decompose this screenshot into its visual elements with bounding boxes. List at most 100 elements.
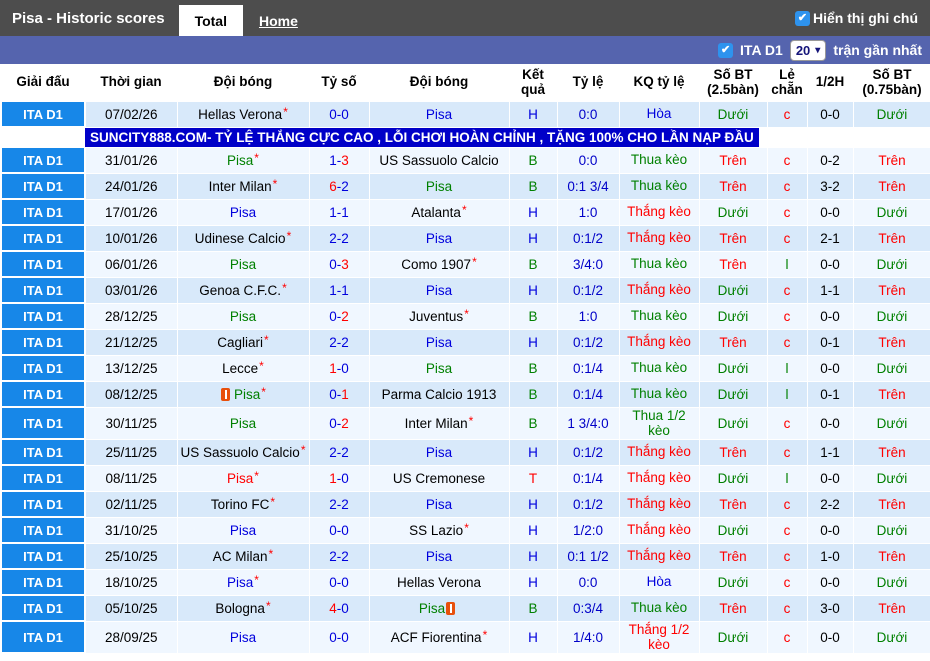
- away-team-name[interactable]: Pisa: [419, 601, 445, 616]
- ou25-cell: Dưới: [698, 100, 768, 128]
- away-team-name[interactable]: Pisa: [426, 283, 452, 298]
- away-team-cell: Pisa: [368, 354, 510, 382]
- away-team-name[interactable]: Pisa: [426, 335, 452, 350]
- tab-home[interactable]: Home: [243, 5, 314, 36]
- away-team-name[interactable]: SS Lazio: [409, 523, 463, 538]
- table-row: ITA D1 05/10/25 Bologna* 4-0 Pisa B 0:3/4 Thua …: [0, 594, 930, 623]
- col-header-date: Thời gian: [85, 64, 177, 101]
- table-row: ITA D1 21/12/25 Cagliari* 2-2 Pisa H 0:1/2 Thắn…: [0, 328, 930, 356]
- away-team-name[interactable]: Hellas Verona: [397, 575, 481, 590]
- home-team-name[interactable]: Inter Milan: [209, 179, 272, 194]
- away-team-name[interactable]: Pisa: [426, 549, 452, 564]
- home-team-name[interactable]: AC Milan: [213, 549, 268, 564]
- away-team-name[interactable]: Pisa: [426, 179, 452, 194]
- home-team-name[interactable]: Pisa: [230, 416, 256, 431]
- table-row: ITA D1 31/10/25 Pisa 0-0 SS Lazio* H 1/2:0 Thắn…: [0, 516, 930, 545]
- ad-banner-left-spacer: [1, 127, 85, 147]
- col-header-league: Giải đấu: [1, 64, 85, 101]
- odds-cell: 0:1 1/2: [556, 542, 620, 570]
- away-team-name[interactable]: ACF Fiorentina: [391, 630, 482, 645]
- away-team-name[interactable]: Juventus: [409, 309, 463, 324]
- home-score: 1: [329, 470, 337, 486]
- home-team-name[interactable]: Bologna: [215, 601, 265, 616]
- home-team-name[interactable]: Pisa: [227, 575, 253, 590]
- table-row: ITA D1 17/01/26 Pisa 1-1 Atalanta* H 1:0 Thắng …: [0, 198, 930, 226]
- half-score-cell: 0-0: [806, 516, 854, 544]
- away-team-name[interactable]: Pisa: [426, 107, 452, 122]
- ou075-cell: Trên: [852, 380, 930, 408]
- away-team-name[interactable]: Pisa: [426, 445, 452, 460]
- home-team-name[interactable]: Pisa: [227, 153, 253, 168]
- ou075-cell: Dưới: [852, 406, 930, 440]
- col-header-odd-even: Lẻ chẵn: [767, 64, 807, 101]
- red-card-icon: [221, 387, 231, 401]
- away-team-name[interactable]: Pisa: [426, 497, 452, 512]
- away-team-name[interactable]: Parma Calcio 1913: [382, 387, 497, 402]
- away-team-name[interactable]: Pisa: [426, 361, 452, 376]
- home-team-name[interactable]: Pisa: [227, 471, 253, 486]
- home-indicator-star: *: [254, 572, 259, 587]
- half-score-cell: 0-2: [806, 146, 854, 174]
- home-team-name[interactable]: Udinese Calcio: [195, 231, 286, 246]
- home-score: 0: [329, 308, 337, 324]
- ou075-cell: Dưới: [852, 100, 930, 128]
- odd-even-cell: c: [766, 172, 808, 200]
- away-team-cell: Pisa: [368, 224, 510, 252]
- home-team-name[interactable]: Pisa: [234, 387, 260, 402]
- ou25-cell: Dưới: [698, 568, 768, 596]
- odd-even-cell: c: [766, 542, 808, 570]
- home-score: 0: [329, 386, 337, 402]
- score-cell: 0-0: [308, 100, 370, 128]
- half-score-cell: 0-1: [806, 380, 854, 408]
- away-team-name[interactable]: US Cremonese: [393, 471, 485, 486]
- home-team-name[interactable]: Pisa: [230, 205, 256, 220]
- league-filter-checkbox[interactable]: ✔: [718, 42, 734, 58]
- odds-result-cell: Thắng kèo: [618, 224, 700, 252]
- home-indicator-star: *: [472, 254, 477, 269]
- away-team-name[interactable]: Pisa: [426, 231, 452, 246]
- away-score: 2: [341, 415, 349, 431]
- away-team-name[interactable]: Como 1907: [401, 257, 471, 272]
- home-team-name[interactable]: Torino FC: [211, 497, 270, 512]
- show-notes-checkbox[interactable]: ✔: [795, 10, 810, 26]
- home-team-name[interactable]: Genoa C.F.C.: [199, 283, 281, 298]
- home-score: 1: [329, 152, 337, 168]
- odds-cell: 1 3/4:0: [556, 406, 620, 440]
- home-team-name[interactable]: Lecce: [222, 361, 258, 376]
- tab-total[interactable]: Total: [178, 5, 243, 36]
- home-team-cell: Torino FC*: [176, 490, 310, 518]
- ou25-cell: Dưới: [698, 464, 768, 492]
- away-team-cell: ACF Fiorentina*: [368, 620, 510, 654]
- home-team-name[interactable]: US Sassuolo Calcio: [181, 445, 300, 460]
- home-team-name[interactable]: Pisa: [230, 309, 256, 324]
- odds-cell: 0:1/4: [556, 380, 620, 408]
- table-row: ITA D1 08/11/25 Pisa* 1-0 US Cremonese T 0:1/4…: [0, 464, 930, 493]
- home-team-name[interactable]: Pisa: [230, 630, 256, 645]
- date-cell: 18/10/25: [84, 568, 178, 596]
- home-indicator-star: *: [468, 413, 474, 428]
- home-team-name[interactable]: Pisa: [230, 257, 256, 272]
- away-score: 0: [341, 106, 349, 122]
- score-cell: 2-2: [308, 542, 370, 570]
- ou075-cell: Dưới: [852, 464, 930, 492]
- home-team-cell: Pisa: [176, 302, 310, 330]
- home-team-name[interactable]: Pisa: [230, 523, 256, 538]
- score-cell: 1-1: [308, 276, 370, 304]
- col-header-home-team: Đội bóng: [177, 64, 309, 101]
- recent-matches-select[interactable]: 20 ▾: [789, 39, 827, 61]
- odds-result-cell: Hòa: [618, 100, 700, 128]
- away-team-name[interactable]: Inter Milan: [405, 416, 468, 431]
- home-team-cell: Pisa: [176, 198, 310, 226]
- ad-banner-text[interactable]: SUNCITY888.COM- TỶ LỆ THẮNG CỰC CAO , LỖ…: [85, 127, 759, 147]
- ou075-cell: Trên: [852, 594, 930, 622]
- odds-cell: 0:1 3/4: [556, 172, 620, 200]
- col-header-ou25: Số BT (2.5bàn): [699, 64, 767, 101]
- home-score: 0: [329, 522, 337, 538]
- home-score: 2: [329, 230, 337, 246]
- table-row: ITA D1 25/10/25 AC Milan* 2-2 Pisa H 0:1 1/2 Th…: [0, 542, 930, 571]
- home-team-name[interactable]: Cagliari: [217, 335, 263, 350]
- away-team-name[interactable]: US Sassuolo Calcio: [379, 153, 498, 168]
- odds-result-cell: Thua kèo: [618, 302, 700, 330]
- away-team-name[interactable]: Atalanta: [411, 205, 461, 220]
- home-team-name[interactable]: Hellas Verona: [198, 107, 282, 122]
